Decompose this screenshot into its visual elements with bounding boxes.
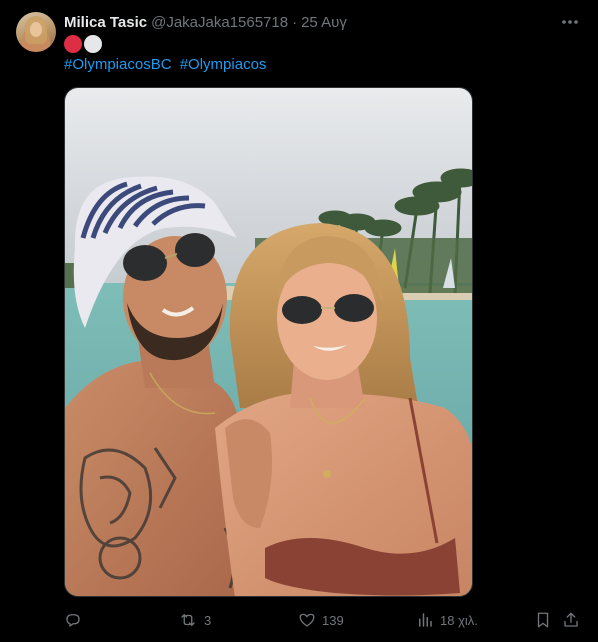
avatar[interactable] [16,12,56,52]
reply-icon [66,614,80,627]
reply-button[interactable] [64,608,88,632]
views-button[interactable]: 18 χιλ. [416,608,478,632]
share-button[interactable] [562,608,580,632]
tweet-header: Milica Tasic @JakaJaka1565718 · 25 Αυγ [64,12,347,32]
like-button[interactable]: 139 [298,608,344,632]
avatar-face [30,22,42,37]
action-bar: 3 139 18 χιλ. [64,608,582,632]
emoji-row [64,35,102,53]
red-circle-emoji [64,35,82,53]
hashtag-link[interactable]: #Olympiacos [180,56,267,73]
bookmark-button[interactable] [534,608,552,632]
retweet-button[interactable]: 3 [178,608,211,632]
more-dots-icon [562,20,578,24]
retweet-count: 3 [204,612,212,628]
white-circle-emoji [84,35,102,53]
heart-icon [299,613,315,627]
tweet-card[interactable]: Milica Tasic @JakaJaka1565718 · 25 Αυγ #… [0,0,598,642]
photo-illustration [65,88,472,596]
bookmark-icon [537,612,549,628]
tweet-photo[interactable] [64,87,473,597]
separator-dot: · [292,13,298,31]
retweet-icon [181,614,195,626]
hashtag-link[interactable]: #OlympiacosBC [64,56,172,73]
views-icon [419,613,432,627]
like-count: 139 [322,612,344,628]
share-icon [564,612,578,627]
tweet-text: #OlympiacosBC #Olympiacos [64,56,266,73]
more-options-button[interactable] [560,14,580,30]
user-handle[interactable]: @JakaJaka1565718 [151,14,288,31]
tweet-date[interactable]: 25 Αυγ [301,14,347,31]
display-name[interactable]: Milica Tasic [64,14,147,31]
views-count: 18 χιλ. [440,612,478,628]
